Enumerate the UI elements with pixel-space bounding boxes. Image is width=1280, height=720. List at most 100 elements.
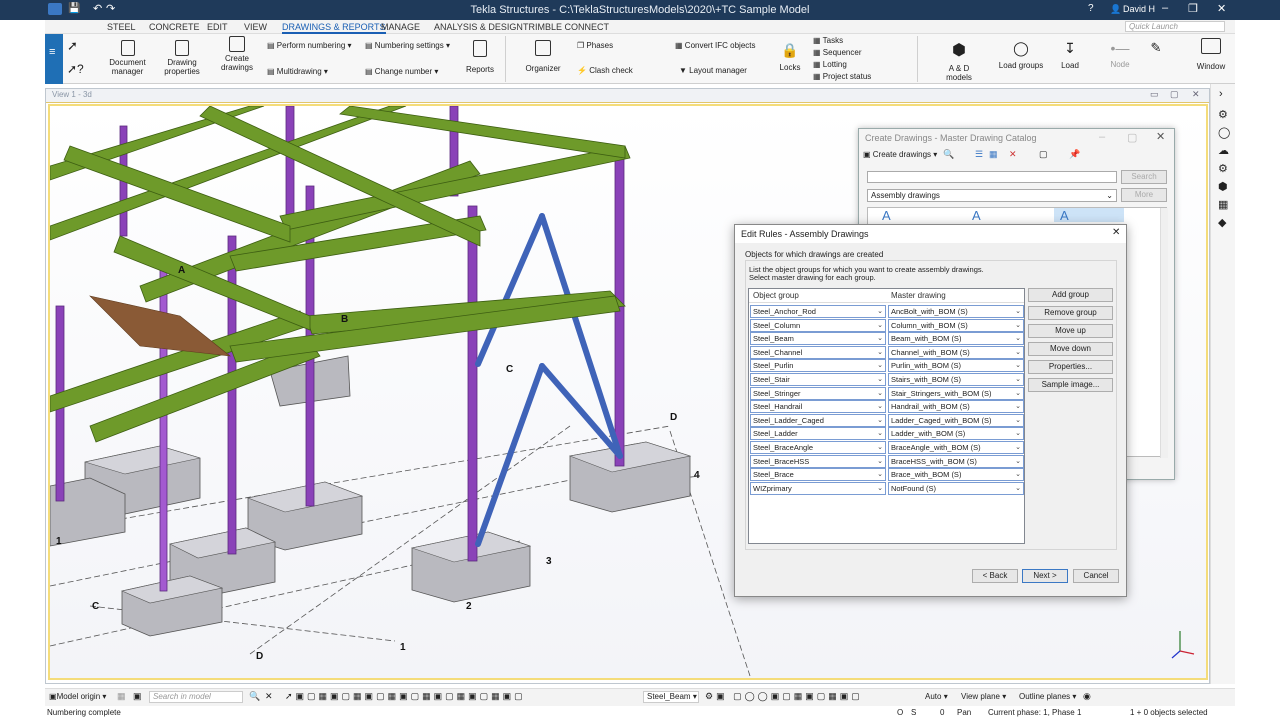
selection-switches[interactable]: ➚▣▢▦▣▢▦▣▢▦▣▢▦▣▢▦▣▢▦▣▢ [285,691,526,702]
table-row[interactable]: WIZprimary ⌄ NotFound (S) ⌄ [750,481,1024,495]
object-group-select[interactable]: Steel_Handrail ⌄ [750,400,886,414]
table-row[interactable]: Steel_Ladder_Caged ⌄ Ladder_Caged_with_BOM… [750,413,1024,427]
tab-edit[interactable]: EDIT [207,22,228,32]
create-drawings-button[interactable]: Create drawings [215,36,259,72]
table-row[interactable]: Steel_Purlin ⌄ Purlin_with_BOM (S) ⌄ [750,359,1024,373]
clear-search-icon[interactable]: ✕ [265,691,273,702]
master-drawing-select[interactable]: Ladder_with_BOM (S) ⌄ [888,427,1024,441]
snap-switches[interactable]: ⚙▣ ▢◯◯▣▢▦▣▢▦▣▢ [705,691,863,702]
table-row[interactable]: Steel_Handrail ⌄ Handrail_with_BOM (S) ⌄ [750,400,1024,414]
sequencer-button[interactable]: ▦ Sequencer [813,48,862,57]
drawing-thumbnail-icon[interactable]: A [882,208,891,223]
back-button[interactable]: < Back [972,569,1018,583]
object-group-table[interactable]: Object group Master drawing Steel_Anchor… [748,288,1025,544]
drawing-thumbnail-selected[interactable]: A [1054,208,1124,223]
tab-concrete[interactable]: CONCRETE [149,22,200,32]
catalog-more-button[interactable]: More [1121,188,1167,202]
property-icon[interactable]: ⚙ [1218,108,1228,121]
remove-group-button[interactable]: Remove group [1028,306,1113,320]
object-group-select[interactable]: Steel_Stair ⌄ [750,373,886,386]
catalog-filter-select[interactable]: Assembly drawings ⌄ [867,189,1117,202]
catalog-minimize-icon[interactable]: – [1099,131,1105,143]
toggle-icon[interactable]: ▣ [133,691,142,702]
master-drawing-select[interactable]: Column_with_BOM (S) ⌄ [888,318,1024,332]
object-group-select[interactable]: Steel_Purlin ⌄ [750,359,886,373]
tab-manage[interactable]: MANAGE [381,22,420,32]
ad-models-button[interactable]: ⬢ A & D models [935,40,983,82]
move-up-button[interactable]: Move up [1028,324,1113,338]
node-button[interactable]: •— Node [1105,40,1135,69]
change-number-button[interactable]: ▤ Change number ▾ [365,67,438,76]
cancel-button[interactable]: Cancel [1073,569,1119,583]
master-drawing-select[interactable]: Channel_with_BOM (S) ⌄ [888,345,1024,359]
object-group-select[interactable]: Steel_Brace ⌄ [750,468,886,482]
quick-launch-input[interactable]: Quick Launch [1125,21,1225,32]
clash-check-button[interactable]: ⚡ Clash check [577,66,633,75]
tab-trimble-connect[interactable]: TRIMBLE CONNECT [523,22,609,32]
numbering-settings-button[interactable]: ▤ Numbering settings ▾ [365,41,450,50]
master-drawing-select[interactable]: Stairs_with_BOM (S) ⌄ [888,373,1024,386]
table-row[interactable]: Steel_Ladder ⌄ Ladder_with_BOM (S) ⌄ [750,427,1024,441]
locks-button[interactable]: 🔒 Locks [775,42,805,72]
object-group-select[interactable]: Steel_Column ⌄ [750,318,886,332]
cloud-icon[interactable]: ☁ [1218,144,1229,157]
load-groups-button[interactable]: ◯ Load groups [998,40,1044,70]
properties-button[interactable]: Properties... [1028,360,1113,374]
dialog-close-icon[interactable]: ✕ [1112,227,1120,238]
auto-dropdown[interactable]: Auto ▾ [925,692,948,701]
close-icon[interactable]: ✕ [1217,2,1226,15]
object-group-select[interactable]: Steel_Ladder_Caged ⌄ [750,413,886,427]
tag-icon[interactable]: ◆ [1218,216,1226,229]
help-icon[interactable]: ? [1088,3,1094,14]
chevron-right-icon[interactable]: › [1219,88,1223,100]
tab-drawings-reports[interactable]: DRAWINGS & REPORTS [282,22,386,34]
list-view-icon[interactable]: ☰ [975,149,983,160]
master-drawing-select[interactable]: Ladder_Caged_with_BOM (S) ⌄ [888,413,1024,427]
object-group-select[interactable]: Steel_Channel ⌄ [750,345,886,359]
window-button[interactable]: Window [1191,38,1231,71]
master-drawing-select[interactable]: Handrail_with_BOM (S) ⌄ [888,400,1024,414]
table-row[interactable]: Steel_BraceAngle ⌄ BraceAngle_with_BOM (S)… [750,441,1024,454]
sample-image-button[interactable]: Sample image... [1028,378,1113,392]
object-group-select[interactable]: Steel_Anchor_Rod ⌄ [750,305,886,318]
organizer-button[interactable]: Organizer [523,40,563,73]
object-group-select[interactable]: Steel_BraceHSS ⌄ [750,454,886,468]
search-icon[interactable]: 🔍 [249,691,260,702]
view-plane-dropdown[interactable]: View plane ▾ [961,692,1006,701]
add-group-button[interactable]: Add group [1028,288,1113,302]
column-header-master-drawing[interactable]: Master drawing [891,291,946,300]
lotting-button[interactable]: ▦ Lotting [813,60,847,69]
catalog-scrollbar[interactable] [1160,208,1168,458]
grid-view-icon[interactable]: ▦ [989,149,998,160]
master-drawing-select[interactable]: Purlin_with_BOM (S) ⌄ [888,359,1024,373]
table-row[interactable]: Steel_Stair ⌄ Stairs_with_BOM (S) ⌄ [750,373,1024,386]
master-drawing-select[interactable]: BraceAngle_with_BOM (S) ⌄ [888,441,1024,454]
minimize-icon[interactable]: – [1162,2,1168,14]
visibility-icon[interactable]: ◉ [1083,691,1091,702]
view-close-icon[interactable]: ✕ [1192,89,1200,100]
view-maximize-icon[interactable]: ▢ [1170,89,1179,100]
outline-planes-dropdown[interactable]: Outline planes ▾ [1019,692,1076,701]
object-group-select[interactable]: Steel_Ladder ⌄ [750,427,886,441]
catalog-search-icon[interactable]: 🔍 [943,149,954,160]
table-row[interactable]: Steel_Brace ⌄ Brace_with_BOM (S) ⌄ [750,468,1024,482]
search-in-model-input[interactable]: Search in model [149,691,243,703]
pin-icon[interactable]: 📌 [1069,149,1080,160]
menu-icon[interactable]: ≡ [49,46,55,58]
next-button[interactable]: Next > [1022,569,1068,583]
side-menu-strip[interactable]: ≡ [45,34,63,84]
user-icon[interactable]: 👤 [1110,4,1121,15]
master-drawing-select[interactable]: Brace_with_BOM (S) ⌄ [888,468,1024,482]
multidrawing-button[interactable]: ▤ Multidrawing ▾ [267,67,328,76]
master-drawing-select[interactable]: BraceHSS_with_BOM (S) ⌄ [888,454,1024,468]
catalog-search-input[interactable] [867,171,1117,183]
master-drawing-select[interactable]: Beam_with_BOM (S) ⌄ [888,332,1024,346]
table-row[interactable]: Steel_Anchor_Rod ⌄ AncBolt_with_BOM (S) ⌄ [750,305,1024,318]
object-group-select[interactable]: Steel_BraceAngle ⌄ [750,441,886,454]
maximize-icon[interactable]: ❐ [1188,2,1198,15]
work-plane-icon[interactable]: ▦ [117,691,126,702]
select-arrow-icon[interactable]: ➚ [67,38,78,54]
master-drawing-select[interactable]: AncBolt_with_BOM (S) ⌄ [888,305,1024,318]
component-icon[interactable]: ⬢ [1218,180,1228,193]
snap-help-icon[interactable]: ➚? [67,62,84,76]
